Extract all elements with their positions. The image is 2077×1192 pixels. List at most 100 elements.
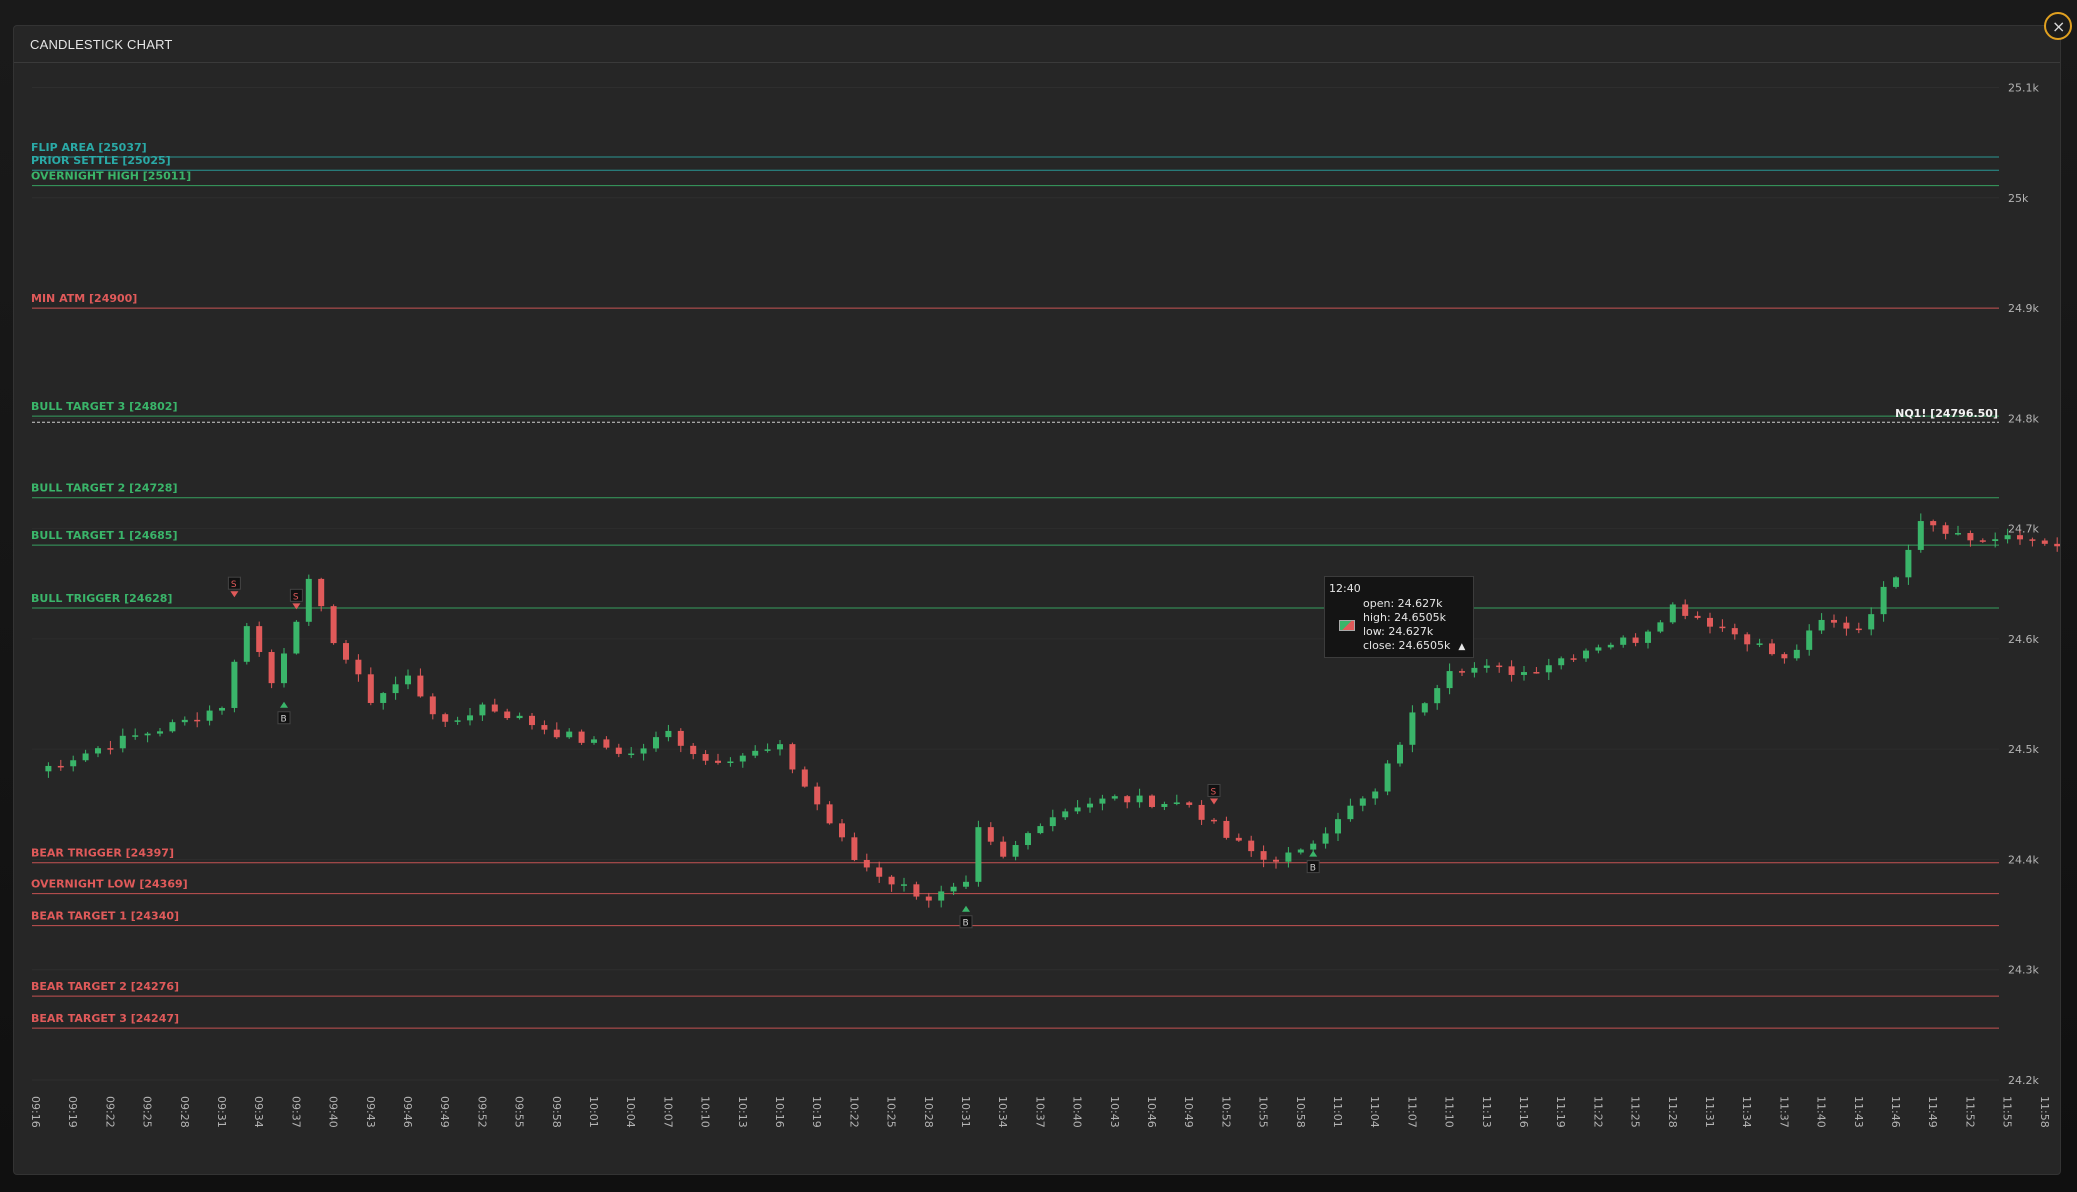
close-button[interactable]: × <box>2044 12 2072 40</box>
up-arrow-icon <box>280 701 288 708</box>
candle-body <box>851 837 858 860</box>
candle-body <box>801 769 808 787</box>
candle-body <box>330 606 337 644</box>
candle-body <box>839 823 845 838</box>
x-tick-label: 11:10 <box>1443 1096 1456 1128</box>
x-tick-label: 10:52 <box>1219 1096 1232 1128</box>
last-price-label: NQ1! [24796.50] <box>1895 407 1998 420</box>
candle-body <box>1793 649 1800 659</box>
x-tick-label: 11:34 <box>1740 1096 1753 1128</box>
candle-body <box>1248 840 1255 852</box>
candle-body <box>45 765 52 772</box>
x-tick-label: 09:31 <box>215 1096 228 1128</box>
level-label: BEAR TARGET 2 [24276] <box>31 980 179 993</box>
candle-body <box>814 786 821 805</box>
x-tick-label: 10:22 <box>847 1096 860 1128</box>
candle-body <box>491 704 498 712</box>
x-tick-label: 09:25 <box>141 1096 154 1128</box>
candle-body <box>1049 817 1056 827</box>
x-tick-label: 09:16 <box>29 1096 42 1128</box>
candle-body <box>1855 628 1862 631</box>
x-tick-label: 10:16 <box>773 1096 786 1128</box>
x-tick-label: 10:19 <box>810 1096 823 1128</box>
candle-body <box>194 719 201 722</box>
candle-body <box>1508 666 1515 675</box>
y-tick-label: 25k <box>2008 192 2029 205</box>
candle-body <box>1682 604 1689 616</box>
tooltip-time: 12:40 <box>1329 582 1361 595</box>
candle-body <box>1025 833 1031 846</box>
chart-modal: CANDLESTICK CHART 25.1k 25k 24.9k 24.8k 24.7… <box>13 25 2061 1175</box>
candle-body <box>752 750 759 756</box>
candle-body <box>1558 658 1565 666</box>
candle-body <box>243 626 250 662</box>
x-tick-label: 11:49 <box>1926 1096 1939 1128</box>
x-tick-label: 10:43 <box>1108 1096 1121 1128</box>
candle-body <box>206 710 213 721</box>
x-tick-label: 11:13 <box>1480 1096 1493 1128</box>
candle-body <box>1694 615 1701 618</box>
signal-label: S <box>1211 788 1217 798</box>
candle-body <box>975 827 982 882</box>
candle-body <box>727 761 734 764</box>
x-tick-label: 10:40 <box>1071 1096 1084 1128</box>
candle-body <box>1992 539 1999 542</box>
signal-label: B <box>963 919 969 929</box>
candle-body <box>876 867 883 877</box>
candle-body <box>1012 845 1019 857</box>
candle-body <box>2017 535 2023 540</box>
level-label: BULL TARGET 3 [24802] <box>31 400 177 413</box>
candlestick-chart[interactable]: 25.1k 25k 24.9k 24.8k 24.7k 24.6k 24.5k 24.4k 24… <box>14 26 2060 1174</box>
x-tick-label: 10:01 <box>587 1096 600 1128</box>
candle-body <box>553 729 560 738</box>
candle-body <box>1917 521 1924 550</box>
candle-body <box>1099 798 1106 804</box>
level-label: BULL TARGET 2 [24728] <box>31 482 177 495</box>
x-tick-label: 11:04 <box>1368 1096 1381 1128</box>
x-tick-label: 09:19 <box>66 1096 79 1128</box>
candle-body <box>1955 533 1961 535</box>
x-tick-label: 11:07 <box>1405 1096 1418 1128</box>
candle-body <box>1781 654 1788 659</box>
candle-body <box>578 731 585 743</box>
x-tick-label: 11:22 <box>1591 1096 1604 1128</box>
candle-body <box>1409 712 1416 745</box>
candle-body <box>1459 671 1465 673</box>
candle-body <box>119 735 126 749</box>
candle-body <box>987 827 994 842</box>
x-tick-label: 09:22 <box>103 1096 116 1128</box>
candle-body <box>566 731 573 738</box>
candle-body <box>541 725 548 730</box>
level-label: MIN ATM [24900] <box>31 292 137 305</box>
candle-body <box>2029 539 2036 541</box>
candle-body <box>1769 643 1775 655</box>
x-tick-label: 10:13 <box>736 1096 749 1128</box>
candle-body <box>1062 811 1069 818</box>
candle-body <box>367 674 374 703</box>
candle-body <box>1347 805 1354 820</box>
candle-body <box>95 748 101 754</box>
x-tick-label: 10:58 <box>1294 1096 1307 1128</box>
candle-body <box>777 744 783 750</box>
candle-body <box>305 578 312 622</box>
candle-body <box>1868 614 1875 630</box>
x-tick-label: 11:16 <box>1517 1096 1530 1128</box>
x-tick-label: 11:25 <box>1629 1096 1642 1128</box>
candle-body <box>665 730 672 738</box>
candle-body <box>318 578 325 607</box>
candle-body <box>739 755 746 762</box>
candle-body <box>1111 796 1118 799</box>
candle-body <box>1335 819 1341 834</box>
y-tick-label: 24.3k <box>2008 964 2039 977</box>
candle-body <box>454 720 461 722</box>
y-tick-label: 24.8k <box>2008 412 2039 425</box>
candle-body <box>132 735 139 737</box>
x-tick-label: 11:43 <box>1852 1096 1865 1128</box>
candle-body <box>392 684 399 694</box>
candle-body <box>1384 763 1391 792</box>
level-label: FLIP AREA [25037] <box>31 141 147 154</box>
candle-body <box>1446 671 1453 689</box>
candle-body <box>2041 540 2048 544</box>
candle-body <box>504 711 511 719</box>
candle-body <box>1595 647 1602 651</box>
